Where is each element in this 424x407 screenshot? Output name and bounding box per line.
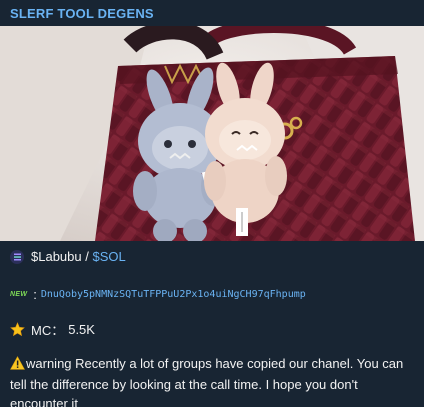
post-photo[interactable] (0, 26, 424, 241)
mc-value: 5.5K (68, 322, 95, 337)
warning-message: warning Recently a lot of groups have co… (10, 354, 418, 407)
channel-message: SLERF TOOL DEGENS $Labubu / $SOL NEW: D… (0, 0, 424, 407)
solana-icon (10, 249, 24, 264)
new-badge-icon: NEW (10, 291, 28, 298)
ca-prefix: : (33, 287, 37, 302)
ticker-symbol: $Labubu (31, 249, 82, 264)
chain-cashtag-link[interactable]: $SOL (92, 249, 125, 264)
contract-line: NEW : DnuQoby5pNMNzSQTuTFPPuU2Px1o4uiNgC… (10, 287, 306, 302)
warning-icon (10, 356, 25, 375)
channel-name[interactable]: SLERF TOOL DEGENS (10, 6, 154, 21)
mc-label: MC： (31, 323, 65, 338)
contract-address[interactable]: DnuQoby5pNMNzSQTuTFPPuU2Px1o4uiNgCH97qFh… (41, 289, 306, 300)
star-icon (10, 322, 25, 337)
ticker-separator: / (81, 249, 93, 264)
ticker-line: $Labubu / $SOL (10, 249, 126, 264)
market-cap-line: MC： 5.5K (10, 320, 95, 339)
warning-text: warning Recently a lot of groups have co… (10, 356, 404, 407)
